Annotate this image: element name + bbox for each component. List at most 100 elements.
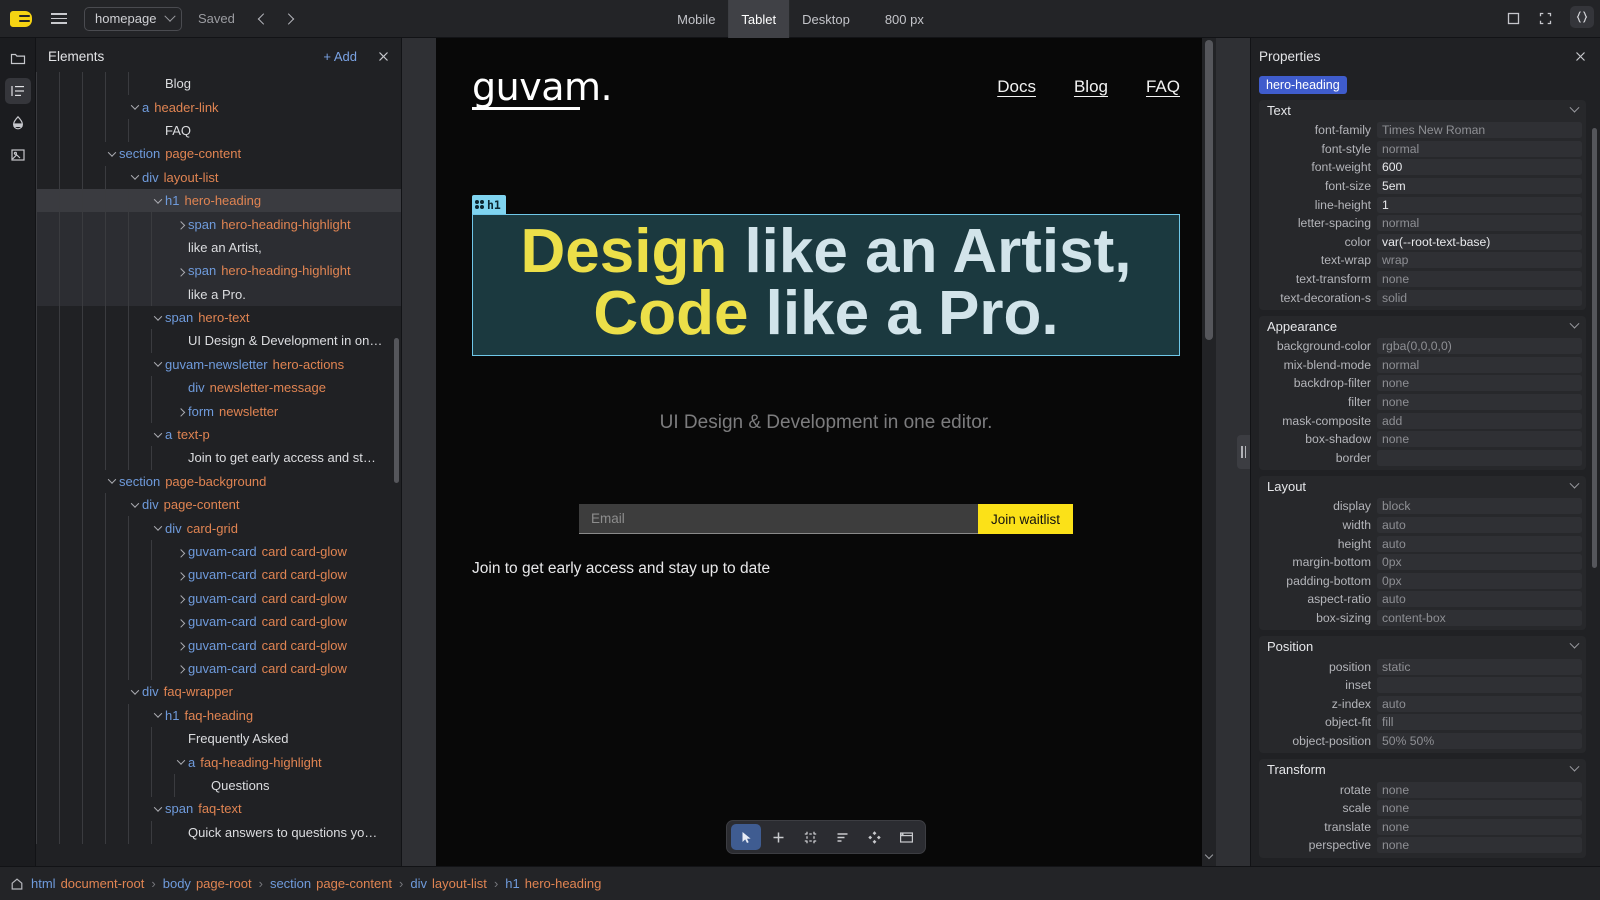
chevron-down-icon[interactable] [151, 704, 165, 727]
property-value-input[interactable]: 50% 50% [1377, 732, 1582, 749]
site-nav-faq[interactable]: FAQ [1146, 77, 1180, 97]
tree-row[interactable]: guvam-card card card-glow [36, 609, 401, 634]
tree-row[interactable]: span hero-heading-highlight [36, 259, 401, 283]
fullscreen-icon[interactable] [1530, 6, 1560, 32]
property-value-input[interactable]: none [1377, 837, 1582, 854]
tree-row[interactable]: guvam-newsletter hero-actions [36, 352, 401, 377]
join-note-text[interactable]: Join to get early access and stay up to … [436, 560, 1216, 578]
chevron-down-icon[interactable] [128, 493, 142, 516]
tree-row[interactable]: section page-content [36, 142, 401, 166]
tree-row[interactable]: span faq-text [36, 797, 401, 821]
chevron-down-icon[interactable] [151, 353, 165, 376]
property-group-header[interactable]: Text [1259, 100, 1586, 121]
viewport-mobile[interactable]: Mobile [664, 0, 728, 38]
tree-row[interactable]: UI Design & Development in on… [36, 329, 401, 354]
chevron-down-icon[interactable] [105, 470, 119, 493]
join-waitlist-button[interactable]: Join waitlist [977, 504, 1073, 534]
email-input[interactable] [579, 504, 978, 534]
chevron-down-icon[interactable] [174, 750, 188, 773]
chevron-down-icon[interactable] [128, 680, 142, 703]
chevron-down-icon[interactable] [1569, 761, 1580, 772]
property-value-input[interactable]: none [1377, 800, 1582, 817]
add-plus-icon[interactable] [763, 824, 793, 850]
chevron-right-icon[interactable] [174, 399, 188, 422]
canvas-scrollbar[interactable] [1202, 38, 1216, 866]
tree-row[interactable]: like an Artist, [36, 235, 401, 260]
property-value-input[interactable]: auto [1377, 695, 1582, 712]
property-group-header[interactable]: Position [1259, 636, 1586, 657]
chevron-down-icon[interactable] [151, 516, 165, 539]
property-value-input[interactable]: content-box [1377, 609, 1582, 626]
chevron-down-icon[interactable] [1569, 318, 1580, 329]
frame-icon[interactable] [795, 824, 825, 850]
property-value-input[interactable]: add [1377, 412, 1582, 429]
property-value-input[interactable]: 1 [1377, 196, 1582, 213]
tree-row[interactable]: div card-grid [36, 516, 401, 541]
chevron-right-icon[interactable] [174, 633, 188, 656]
property-value-input[interactable]: var(--root-text-base) [1377, 233, 1582, 250]
chevron-right-icon[interactable] [174, 212, 188, 235]
site-nav-docs[interactable]: Docs [997, 77, 1036, 97]
folder-icon[interactable] [5, 46, 31, 72]
property-value-input[interactable]: Times New Roman [1377, 122, 1582, 139]
home-icon[interactable] [10, 877, 24, 891]
tree-row[interactable]: a header-link [36, 95, 401, 120]
tree-row[interactable]: guvam-card card card-glow [36, 633, 401, 658]
close-icon[interactable] [373, 46, 393, 66]
chevron-down-icon[interactable] [151, 423, 165, 446]
app-logo-icon[interactable] [8, 9, 34, 29]
tree-row[interactable]: FAQ [36, 118, 401, 143]
property-value-input[interactable]: none [1377, 271, 1582, 288]
property-value-input[interactable] [1377, 449, 1582, 466]
panel-layout-icon[interactable] [891, 824, 921, 850]
property-value-input[interactable]: none [1377, 781, 1582, 798]
align-left-icon[interactable] [827, 824, 857, 850]
tree-row[interactable]: guvam-card card card-glow [36, 656, 401, 681]
nav-back-button[interactable] [249, 6, 275, 32]
tree-row[interactable]: like a Pro. [36, 282, 401, 307]
property-value-input[interactable]: none [1377, 431, 1582, 448]
image-icon[interactable] [5, 142, 31, 168]
tree-row[interactable]: form newsletter [36, 399, 401, 424]
property-value-input[interactable]: auto [1377, 535, 1582, 552]
tree-row[interactable]: guvam-card card card-glow [36, 563, 401, 587]
property-group-header[interactable]: Appearance [1259, 316, 1586, 337]
property-value-input[interactable]: wrap [1377, 252, 1582, 269]
property-value-input[interactable]: normal [1377, 140, 1582, 157]
property-value-input[interactable]: rgba(0,0,0,0) [1377, 338, 1582, 355]
nav-forward-button[interactable] [277, 6, 303, 32]
code-braces-icon[interactable] [1570, 6, 1594, 28]
tree-row[interactable]: span hero-text [36, 305, 401, 330]
tree-row[interactable]: Join to get early access and st… [36, 446, 401, 471]
canvas-scrollbar-thumb[interactable] [1205, 40, 1213, 340]
tree-row[interactable]: section page-background [36, 469, 401, 494]
elements-tree[interactable]: Blog a header-link FAQ section page-content di… [36, 68, 401, 866]
tree-row[interactable]: h1 faq-heading [36, 703, 401, 728]
chevron-down-icon[interactable] [1569, 478, 1580, 489]
chevron-down-icon[interactable] [105, 142, 119, 165]
property-value-input[interactable] [1377, 677, 1582, 694]
chevron-right-icon[interactable] [174, 610, 188, 633]
add-element-button[interactable]: + Add [317, 47, 363, 66]
close-icon[interactable] [1570, 46, 1590, 66]
breadcrumb-item[interactable]: body page-root [163, 876, 252, 891]
property-value-input[interactable]: fill [1377, 714, 1582, 731]
property-value-input[interactable]: 0px [1377, 572, 1582, 589]
tree-row[interactable]: div newsletter-message [36, 376, 401, 400]
tree-row[interactable]: span hero-heading-highlight [36, 212, 401, 237]
property-value-input[interactable]: 0px [1377, 554, 1582, 571]
panel-resize-handle[interactable] [1237, 435, 1250, 469]
property-value-input[interactable]: none [1377, 394, 1582, 411]
tree-row[interactable]: a text-p [36, 422, 401, 447]
property-value-input[interactable]: normal [1377, 215, 1582, 232]
layers-list-icon[interactable] [4, 78, 31, 104]
chevron-right-icon[interactable] [174, 563, 188, 586]
chevron-right-icon[interactable] [174, 540, 188, 563]
selected-element-overlay[interactable]: h1 Design like an Artist, Code like a Pr… [472, 195, 1180, 356]
hamburger-menu-icon[interactable] [44, 6, 74, 32]
maximize-icon[interactable] [1498, 6, 1528, 32]
cursor-select-icon[interactable] [731, 824, 761, 850]
tree-row[interactable]: div faq-wrapper [36, 680, 401, 704]
droplet-icon[interactable] [5, 110, 31, 136]
chevron-right-icon[interactable] [174, 657, 188, 680]
